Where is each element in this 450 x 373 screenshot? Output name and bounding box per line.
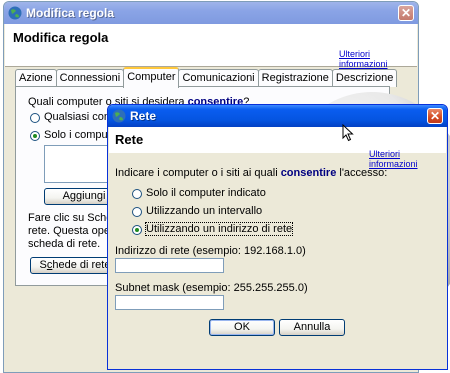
radio-only-label: Solo i compute: [44, 129, 117, 141]
prompt-bold: consentire: [280, 167, 337, 179]
close-button[interactable]: ✕: [427, 108, 443, 124]
radio-range[interactable]: [132, 207, 142, 217]
option-range-label: Utilizzando un intervallo: [146, 205, 263, 217]
tab-registrazione[interactable]: Registrazione: [257, 69, 333, 87]
hint-line-3: scheda di rete.: [28, 238, 101, 250]
network-address-label: Indirizzo di rete (esempio: 192.168.1.0): [115, 245, 306, 257]
subnet-mask-input[interactable]: [115, 295, 224, 310]
more-info-link[interactable]: Ulteriori informazioni: [339, 49, 418, 69]
tab-descrizione[interactable]: Descrizione: [331, 69, 398, 87]
nic-label-suffix: hede di rete: [52, 259, 111, 271]
globe-icon: [8, 6, 22, 20]
option-single-label: Solo il computer indicato: [146, 187, 266, 199]
nic-label-prefix: S: [39, 259, 47, 271]
radio-any-computer[interactable]: [30, 113, 40, 123]
window-title: Rete: [130, 109, 157, 123]
window-title: Modifica regola: [26, 6, 115, 20]
access-prompt: Indicare i computer o i siti ai quali co…: [115, 167, 387, 179]
tab-strip: Azione Connessioni Computer Comunicazion…: [15, 67, 398, 88]
close-icon: ✕: [400, 6, 412, 20]
radio-single-computer[interactable]: [132, 189, 142, 199]
prompt-text: Indicare i computer o i siti ai quali: [115, 167, 281, 179]
tab-computer[interactable]: Computer: [123, 67, 180, 88]
page-title: Modifica regola: [13, 30, 109, 45]
cancel-button-label: Annulla: [293, 321, 331, 333]
cancel-button[interactable]: Annulla: [279, 319, 345, 336]
ok-button-label: OK: [234, 321, 250, 333]
radio-only-computers[interactable]: [30, 131, 40, 141]
page-title: Rete: [115, 132, 144, 147]
more-info-link[interactable]: Ulteriori informazioni: [369, 149, 447, 169]
hint-line-2: rete. Questa opera: [28, 225, 120, 237]
mouse-cursor-icon: [342, 124, 354, 142]
radio-network-address[interactable]: [132, 225, 142, 235]
close-icon: ✕: [429, 109, 441, 123]
radio-any-label: Qualsiasi com: [44, 111, 114, 123]
tab-comunicazioni[interactable]: Comunicazioni: [178, 69, 259, 87]
globe-icon: [112, 109, 126, 123]
title-bar[interactable]: Modifica regola ✕: [4, 2, 418, 24]
ok-button[interactable]: OK: [209, 319, 275, 336]
close-button[interactable]: ✕: [398, 5, 414, 21]
option-network-label: Utilizzando un indirizzo di rete: [144, 222, 294, 236]
rete-dialog: Rete ✕ Rete Ulteriori informazioni Indic…: [107, 104, 448, 370]
hint-line-1: Fare clic su Sche: [28, 212, 113, 224]
prompt-suffix: l'accesso:: [336, 167, 388, 179]
tab-connessioni[interactable]: Connessioni: [55, 69, 125, 87]
network-address-input[interactable]: [115, 258, 224, 273]
subnet-mask-label: Subnet mask (esempio: 255.255.255.0): [115, 282, 308, 294]
tab-azione[interactable]: Azione: [15, 69, 57, 87]
add-button-label: Aggiungi: [62, 190, 106, 202]
title-bar[interactable]: Rete ✕: [108, 105, 447, 127]
